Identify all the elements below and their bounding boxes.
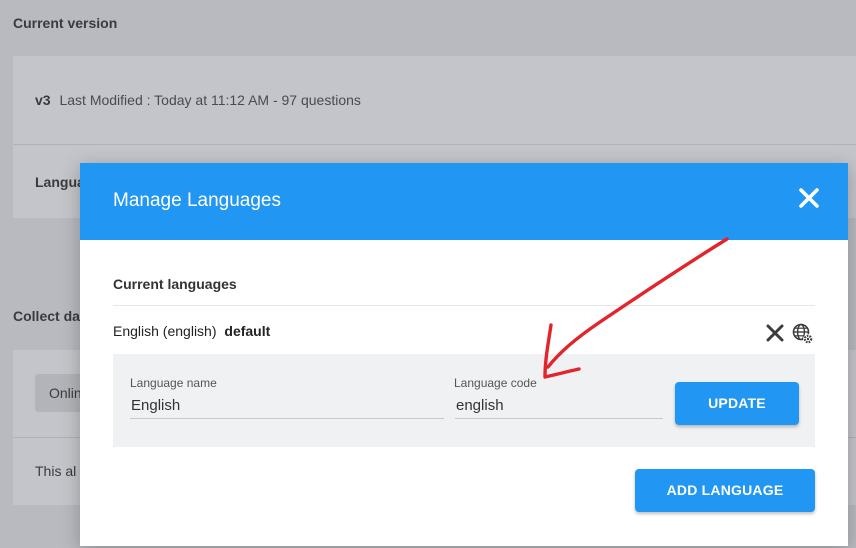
language-entry-name: English (english) — [113, 323, 217, 339]
language-entry: English (english) default — [113, 323, 270, 339]
add-language-button[interactable]: ADD LANGUAGE — [635, 469, 815, 512]
language-edit-panel: Language name Language code UPDATE — [113, 354, 815, 447]
manage-languages-modal: Manage Languages Current languages Engli… — [80, 163, 848, 546]
language-code-input[interactable] — [455, 393, 663, 419]
collect-heading: Collect da — [13, 308, 80, 324]
current-version-heading: Current version — [13, 15, 118, 31]
close-icon[interactable] — [796, 185, 822, 211]
language-code-label: Language code — [454, 376, 537, 390]
collect-info-text: This al — [35, 463, 77, 479]
version-tag: v3 — [35, 92, 51, 108]
current-languages-label: Current languages — [113, 276, 237, 292]
version-meta: Last Modified : Today at 11:12 AM - 97 q… — [59, 92, 361, 108]
modal-title: Manage Languages — [113, 190, 281, 211]
default-badge: default — [224, 323, 271, 339]
languages-row-label: Langua — [35, 174, 85, 190]
version-row: v3 Last Modified : Today at 11:12 AM - 9… — [35, 92, 361, 108]
modal-header: Manage Languages — [80, 163, 848, 240]
update-button[interactable]: UPDATE — [675, 382, 799, 425]
language-name-input[interactable] — [130, 393, 444, 419]
section-divider — [113, 305, 815, 306]
remove-icon[interactable] — [765, 323, 785, 348]
globe-settings-icon[interactable] — [792, 323, 814, 350]
language-name-label: Language name — [130, 376, 217, 390]
card-divider — [13, 144, 856, 145]
